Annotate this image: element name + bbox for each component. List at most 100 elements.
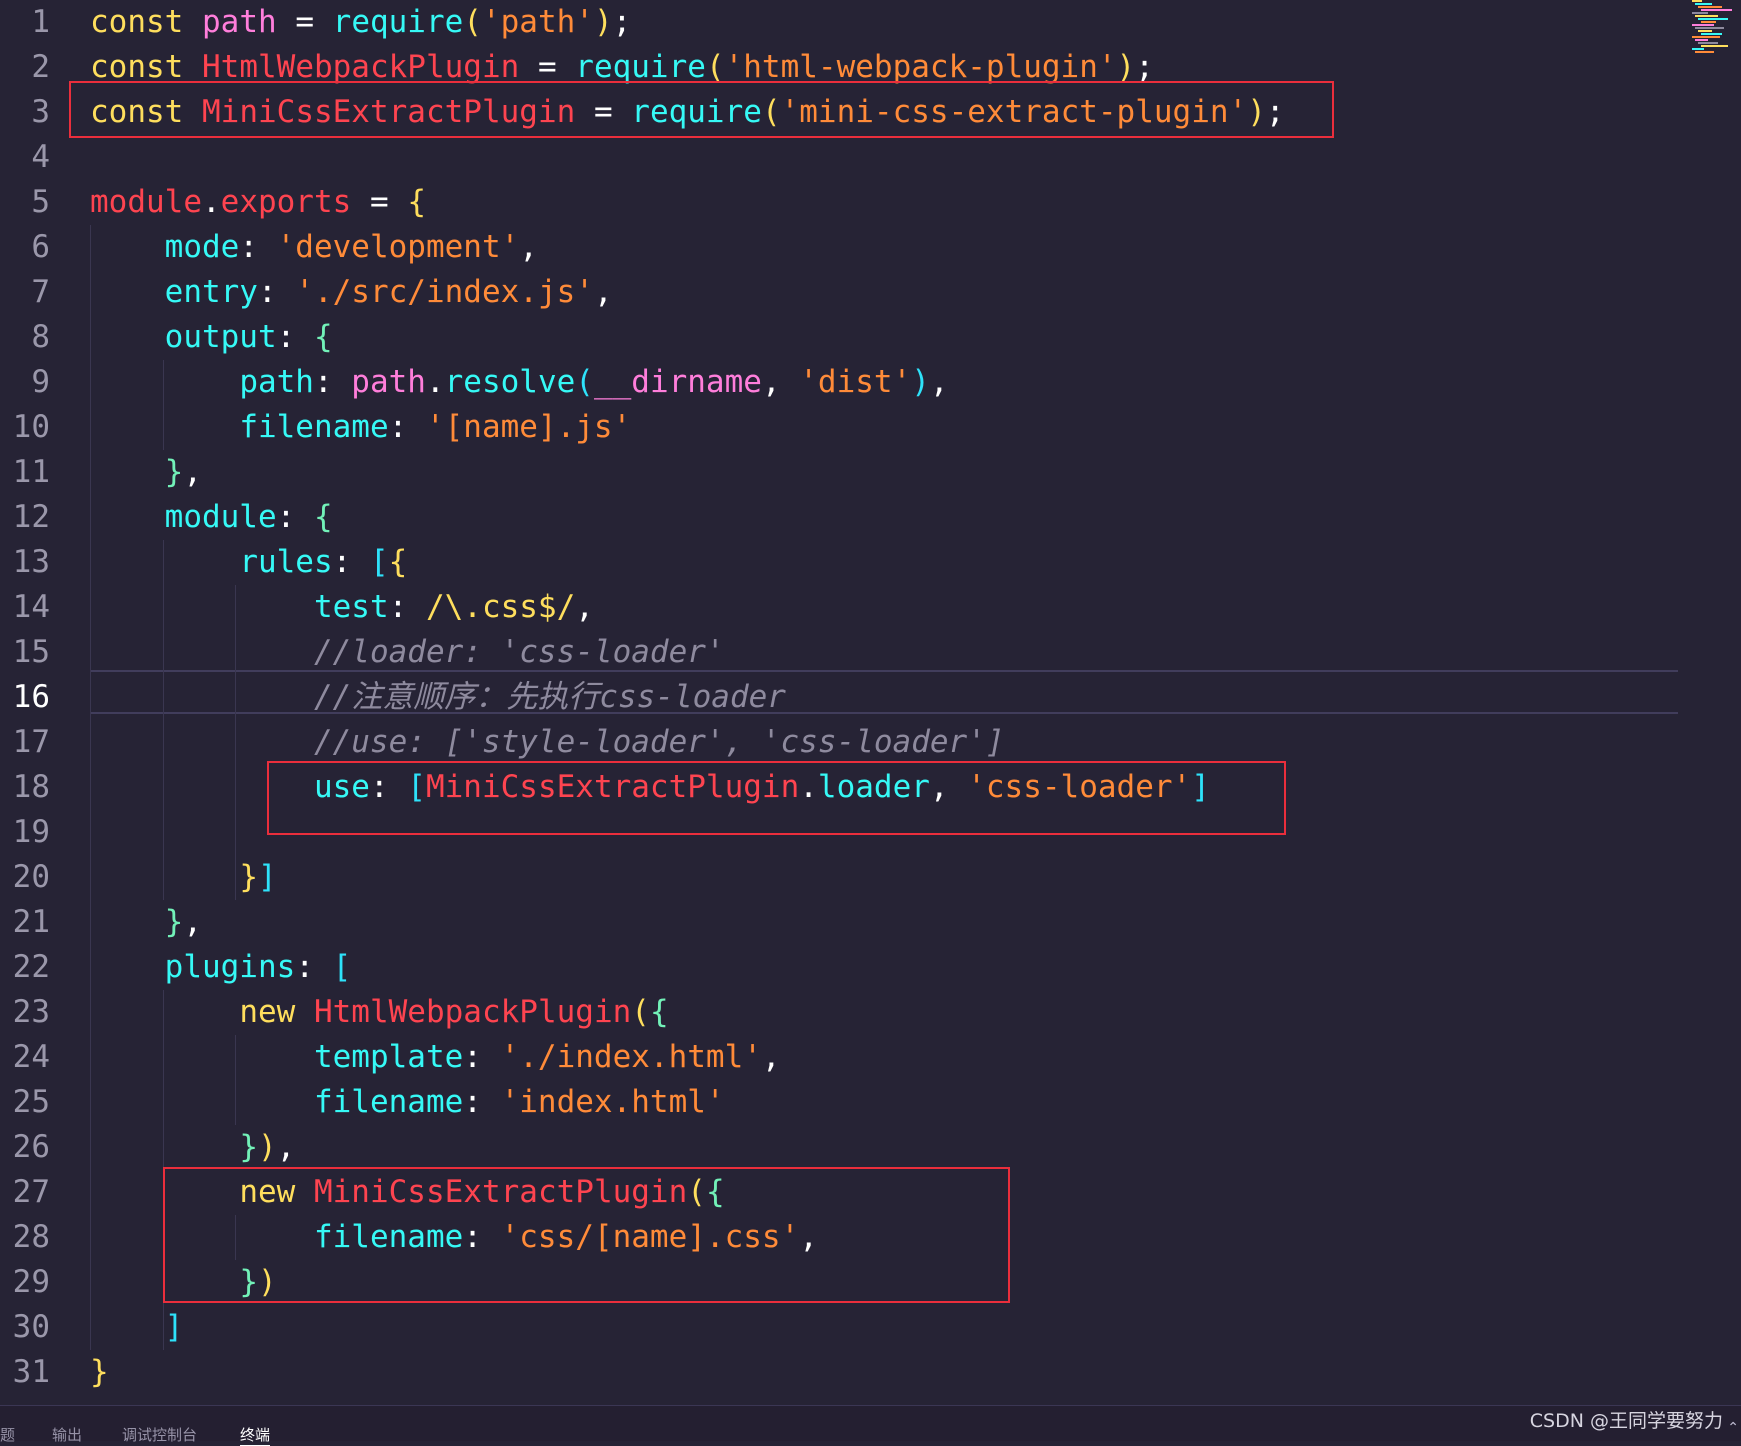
line-number: 16 [12,679,50,715]
minimap-line [1692,12,1708,14]
minimap-line [1692,24,1714,26]
panel-tab-debug-console[interactable]: 调试控制台 [122,1424,197,1445]
code-line[interactable]: 25 filename: 'index.html' [0,1080,1680,1125]
panel-tab-problems[interactable]: 题 [0,1424,15,1445]
code-line[interactable]: 11 }, [0,450,1680,495]
line-number: 14 [12,589,50,625]
code-line[interactable]: 22 plugins: [ [0,945,1680,990]
code-token: resolve [444,364,576,400]
panel-resize-icon[interactable]: ⌃ [1727,1420,1739,1436]
code-line[interactable]: 31} [0,1350,1680,1395]
line-number: 30 [12,1309,50,1345]
code-token: new [239,994,296,1030]
minimap-line [1701,21,1716,23]
code-line[interactable]: 7 entry: './src/index.js', [0,270,1680,315]
code-token: , [929,364,949,400]
line-number: 15 [12,634,50,670]
code-line[interactable]: 13 rules: [{ [0,540,1680,585]
code-line[interactable]: 12 module: { [0,495,1680,540]
code-token: : [388,589,426,625]
code-line[interactable]: 15 //loader: 'css-loader' [0,630,1680,675]
code-line[interactable]: 6 mode: 'development', [0,225,1680,270]
code-token: { [313,319,333,355]
code-token: ( [463,4,482,40]
code-line[interactable]: 30 ] [0,1305,1680,1350]
code-line[interactable]: 9 path: path.resolve(__dirname, 'dist'), [0,360,1680,405]
code-token: HtmlWebpackPlugin [202,49,520,85]
minimap-line [1695,15,1718,17]
line-code: mode: 'development', [90,225,538,270]
code-token: '[name].js' [425,409,632,445]
line-number: 17 [12,724,50,760]
highlight-box [69,81,1334,138]
code-token: entry [164,274,258,310]
code-token: require [332,4,464,40]
highlight-box [267,761,1286,835]
code-token: , [575,589,594,625]
minimap-line [1695,51,1714,53]
code-token: : [463,1039,501,1075]
code-token: , [761,1039,781,1075]
line-code: const path = require('path'); [90,0,631,45]
code-line[interactable]: 1 const path = require('path'); [0,0,1680,45]
line-code: }, [90,450,202,495]
code-token: ( [705,49,725,85]
code-token: './index.html' [500,1039,762,1075]
minimap-line [1692,0,1702,2]
code-line[interactable]: 21 }, [0,900,1680,945]
minimap-line [1701,33,1722,35]
code-line[interactable]: 16 //注意顺序：先执行css-loader [0,675,1680,720]
line-number: 27 [12,1174,50,1210]
code-token: : [295,949,333,985]
code-line[interactable]: 8 output: { [0,315,1680,360]
code-token: filename [313,1084,464,1120]
code-editor[interactable]: 1 const path = require('path'); 2 const Htm… [0,0,1741,1405]
minimap-line [1698,18,1728,20]
line-code: //注意顺序：先执行css-loader [90,675,786,720]
code-token: : [313,364,352,400]
panel-tab-terminal[interactable]: 终端 [240,1424,271,1446]
code-token: require [575,49,706,85]
minimap-line [1698,30,1712,32]
minimap[interactable] [1688,0,1738,60]
code-token: /\.css$/ [425,589,576,625]
code-line[interactable]: 5 module.exports = { [0,180,1680,225]
code-line[interactable]: 20 }] [0,855,1680,900]
code-line[interactable]: 24 template: './index.html', [0,1035,1680,1080]
line-number: 3 [31,94,50,130]
line-number: 9 [31,364,50,400]
code-token: { [407,184,426,220]
line-number: 22 [12,949,50,985]
code-token: : [276,499,314,535]
code-line[interactable]: 10 filename: '[name].js' [0,405,1680,450]
code-line[interactable]: 4 [0,135,1680,180]
code-token: mode [164,229,240,265]
code-line[interactable]: 17 //use: ['style-loader', 'css-loader'] [0,720,1680,765]
minimap-line [1692,36,1720,38]
line-code: path: path.resolve(__dirname, 'dist'), [90,360,949,405]
code-line[interactable]: 23 new HtmlWebpackPlugin({ [0,990,1680,1035]
panel-tab-output[interactable]: 输出 [52,1424,82,1445]
line-number: 11 [12,454,50,490]
code-token: 'index.html' [500,1084,725,1120]
code-token: ; [1135,49,1154,85]
code-token: rules [239,544,333,580]
code-token: , [276,1129,296,1165]
code-line[interactable]: 14 test: /\.css$/, [0,585,1680,630]
line-code: filename: '[name].js' [90,405,631,450]
code-line[interactable]: 26 }), [0,1125,1680,1170]
line-code: entry: './src/index.js', [90,270,613,315]
line-number: 18 [12,769,50,805]
code-token: test [313,589,389,625]
line-code: module.exports = { [90,180,426,225]
code-token: = [519,49,576,85]
line-code: //use: ['style-loader', 'css-loader'] [90,720,1005,765]
